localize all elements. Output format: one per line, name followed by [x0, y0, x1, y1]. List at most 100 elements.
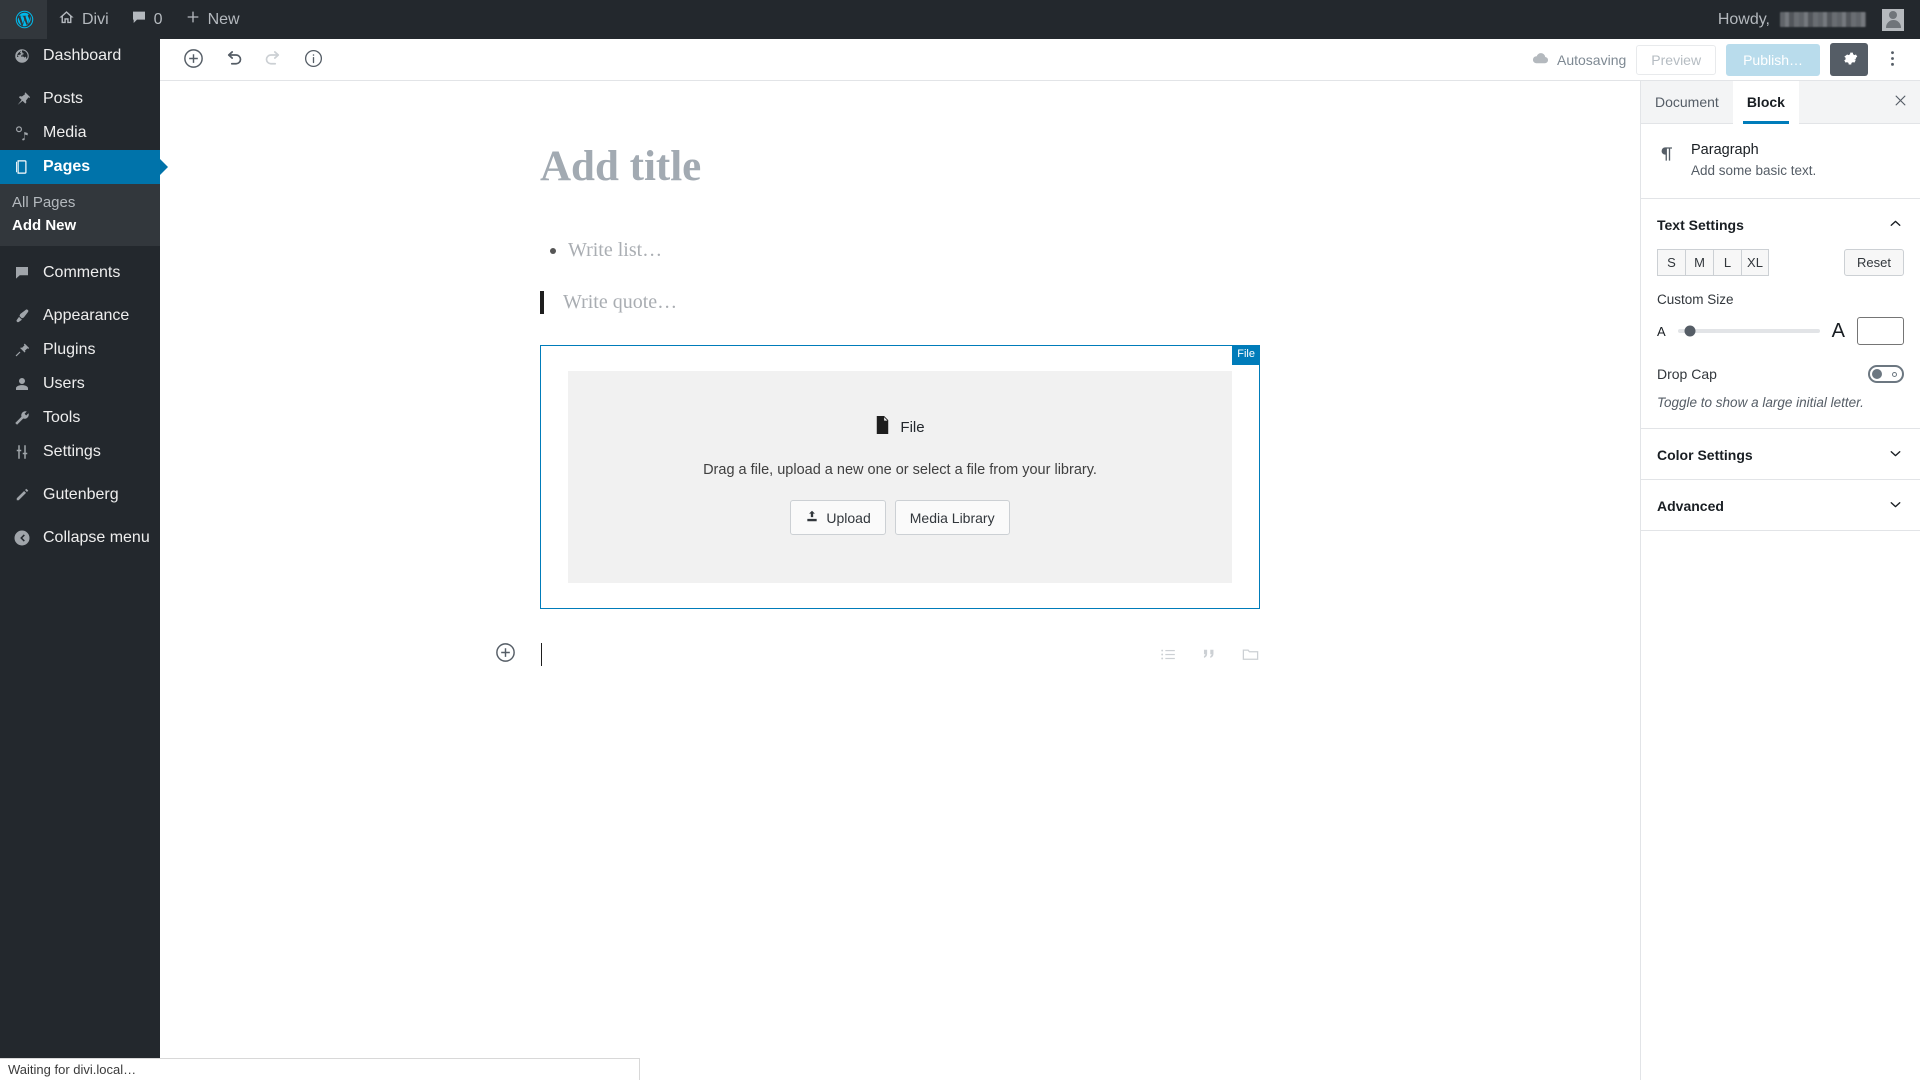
sidebar-item-label: Settings: [43, 443, 101, 460]
plus-circle-icon: [182, 47, 205, 73]
font-size-row: S M L XL Reset: [1657, 249, 1904, 276]
tab-block[interactable]: Block: [1732, 80, 1799, 124]
collapse-menu-label: Collapse menu: [43, 529, 150, 546]
sidebar-item-label: Pages: [43, 158, 91, 175]
settings-tabs: Document Block: [1641, 80, 1920, 124]
quote-icon[interactable]: [1200, 645, 1219, 664]
plus-icon: [185, 9, 201, 30]
submenu-item-add-new[interactable]: Add New: [0, 214, 160, 237]
ellipsis-vertical-icon: [1890, 49, 1895, 71]
sidebar-item-tools[interactable]: Tools: [0, 401, 160, 435]
slider-knob[interactable]: [1684, 325, 1696, 337]
sidebar-item-label: Comments: [43, 264, 121, 281]
quick-block-shortcuts: [1159, 645, 1260, 664]
sidebar-item-media[interactable]: Media: [0, 116, 160, 150]
file-placeholder-description: Drag a file, upload a new one or select …: [703, 462, 1097, 479]
text-settings-header[interactable]: Text Settings: [1641, 199, 1920, 249]
list-icon[interactable]: [1159, 645, 1178, 664]
sidebar-item-comments[interactable]: Comments: [0, 256, 160, 290]
pilcrow-icon: [1657, 142, 1677, 178]
block-type-badge: File: [1232, 344, 1260, 365]
preview-button[interactable]: Preview: [1636, 44, 1717, 75]
media-library-button[interactable]: Media Library: [894, 500, 1010, 536]
editor-canvas: Add title Write list… Write quote… File …: [160, 81, 1640, 1080]
sidebar-item-label: Media: [43, 124, 87, 141]
plug-icon: [12, 340, 32, 360]
block-type-description: Add some basic text.: [1691, 163, 1817, 178]
media-library-button-label: Media Library: [909, 509, 995, 526]
drop-cap-label: Drop Cap: [1657, 366, 1717, 382]
empty-paragraph-block[interactable]: [495, 637, 1260, 673]
submenu-item-all-pages[interactable]: All Pages: [0, 191, 160, 214]
tab-document[interactable]: Document: [1641, 81, 1733, 124]
collapse-arrow-icon: [12, 528, 32, 548]
sidebar-item-dashboard[interactable]: Dashboard: [0, 39, 160, 73]
font-size-l[interactable]: L: [1713, 249, 1741, 276]
file-block[interactable]: File File Drag a file, upload a new one …: [540, 344, 1260, 609]
quote-block[interactable]: Write quote…: [540, 290, 1260, 314]
file-placeholder-heading: File: [875, 416, 925, 438]
block-inserter-button[interactable]: [492, 642, 518, 668]
info-circle-icon: [303, 48, 324, 72]
font-size-s[interactable]: S: [1657, 249, 1685, 276]
panel-divider: [1641, 530, 1920, 531]
wordpress-logo-button[interactable]: [0, 0, 47, 39]
publish-button[interactable]: Publish…: [1726, 43, 1820, 76]
sidebar-item-settings[interactable]: Settings: [0, 435, 160, 469]
sidebar-item-posts[interactable]: Posts: [0, 82, 160, 116]
sliders-icon: [12, 442, 32, 462]
sidebar-item-users[interactable]: Users: [0, 367, 160, 401]
autosave-label: Autosaving: [1557, 51, 1627, 68]
content-info-button[interactable]: [294, 41, 332, 79]
toggle-off-marker: [1892, 372, 1897, 377]
collapse-menu-button[interactable]: Collapse menu: [0, 521, 160, 555]
new-content-button[interactable]: New: [174, 0, 251, 39]
redo-arrow-icon: [263, 48, 284, 72]
comments-button[interactable]: 0: [120, 0, 174, 39]
redo-button[interactable]: [254, 41, 292, 79]
sidebar-item-gutenberg[interactable]: Gutenberg: [0, 478, 160, 512]
advanced-header[interactable]: Advanced: [1641, 480, 1920, 530]
close-x-icon: [1893, 93, 1908, 111]
comment-bubble-icon: [12, 263, 32, 283]
file-upload-placeholder[interactable]: File Drag a file, upload a new one or se…: [568, 370, 1232, 583]
sidebar-item-pages[interactable]: Pages: [0, 150, 160, 184]
sidebar-item-label: Appearance: [43, 307, 130, 324]
drop-cap-help-text: Toggle to show a large initial letter.: [1657, 395, 1864, 410]
sidebar-item-appearance[interactable]: Appearance: [0, 299, 160, 333]
font-size-m[interactable]: M: [1685, 249, 1713, 276]
custom-size-label: Custom Size: [1657, 292, 1734, 307]
wordpress-logo-icon: [14, 9, 35, 30]
file-folder-icon[interactable]: [1241, 645, 1260, 664]
list-item[interactable]: Write list…: [568, 239, 1260, 262]
plus-circle-icon: [494, 641, 517, 669]
upload-button[interactable]: Upload: [790, 500, 886, 536]
settings-toggle-button[interactable]: [1830, 43, 1868, 76]
reset-font-size-button[interactable]: Reset: [1844, 249, 1904, 276]
close-settings-button[interactable]: [1880, 81, 1920, 124]
custom-size-control: A A: [1657, 317, 1904, 345]
font-size-xl[interactable]: XL: [1741, 249, 1769, 276]
post-title-input[interactable]: Add title: [540, 139, 1260, 195]
comments-count: 0: [153, 10, 163, 28]
custom-size-input[interactable]: [1857, 317, 1904, 345]
sidebar-item-plugins[interactable]: Plugins: [0, 333, 160, 367]
site-name-label: Divi: [82, 10, 109, 28]
file-placeholder-actions: Upload Media Library: [790, 500, 1010, 536]
add-block-button[interactable]: [174, 41, 212, 79]
account-menu[interactable]: Howdy,: [1707, 0, 1920, 39]
browser-status-bar: Waiting for divi.local…: [0, 1058, 640, 1080]
site-name-button[interactable]: Divi: [47, 0, 120, 39]
user-avatar-icon: [1882, 8, 1904, 31]
media-icon: [12, 123, 32, 143]
undo-button[interactable]: [214, 41, 252, 79]
small-a-glyph: A: [1657, 323, 1666, 339]
more-options-button[interactable]: [1878, 43, 1906, 76]
color-settings-header[interactable]: Color Settings: [1641, 429, 1920, 479]
font-size-slider[interactable]: [1677, 325, 1820, 337]
file-document-icon: [875, 416, 890, 438]
drop-cap-toggle[interactable]: [1868, 365, 1904, 383]
submenu-item-label: All Pages: [12, 194, 76, 211]
paintbrush-icon: [12, 306, 32, 326]
list-block[interactable]: Write list…: [540, 239, 1260, 262]
